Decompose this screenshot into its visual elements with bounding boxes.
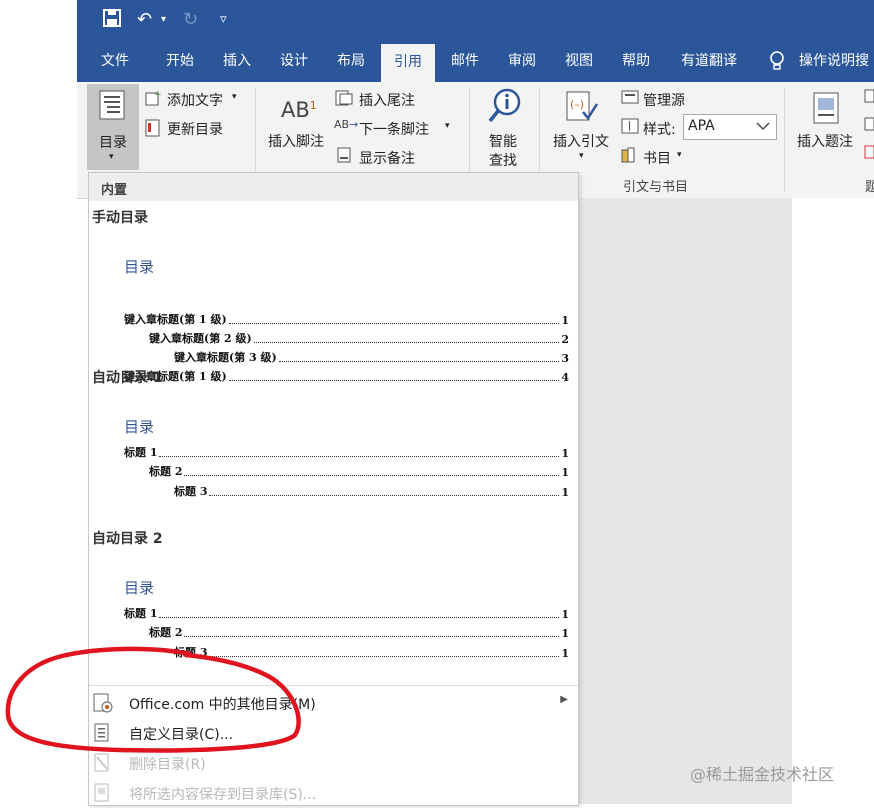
tab-layout[interactable]: 布局 <box>323 42 379 82</box>
tab-mailings[interactable]: 邮件 <box>437 42 493 82</box>
toc-preview-heading: 目录 <box>124 418 155 436</box>
undo-dropdown-icon[interactable]: ▾ <box>161 9 166 31</box>
toc-preview-row: 标题 11 <box>124 607 569 621</box>
svg-text:+: + <box>154 90 161 100</box>
style-label: 样式: <box>643 122 676 138</box>
smart-lookup-label-2[interactable]: 查找 <box>489 150 517 170</box>
insert-footnote-button[interactable]: 插入脚注 <box>268 131 324 151</box>
watermark-text: @稀土掘金技术社区 <box>690 765 835 784</box>
auto-toc-1-option[interactable]: 自动目录 1 目录 标题 11 标题 21 标题 31 <box>89 363 578 523</box>
gallery-header: 内置 <box>89 173 578 201</box>
tab-design[interactable]: 设计 <box>265 42 323 82</box>
toc-preview-heading: 目录 <box>124 579 155 597</box>
smart-lookup-label-1[interactable]: 智能 <box>489 131 517 151</box>
toc-button-label: 目录 <box>99 135 127 151</box>
toc-preview-row: 键入章标题(第 1 级) 1 <box>124 313 569 327</box>
insert-citation-dropdown-icon[interactable]: ▾ <box>579 151 584 161</box>
tab-help[interactable]: 帮助 <box>607 42 665 82</box>
tab-view[interactable]: 视图 <box>551 42 607 82</box>
redo-icon[interactable]: ↻ <box>183 9 198 31</box>
show-notes-icon <box>337 147 351 167</box>
insert-endnote-button[interactable]: 插入尾注 <box>359 90 415 110</box>
insert-caption-icon <box>813 92 839 128</box>
next-footnote-button[interactable]: 下一条脚注 <box>359 119 429 139</box>
tab-references[interactable]: 引用 <box>381 44 435 82</box>
toc-button[interactable]: 目录 ▾ <box>87 84 139 170</box>
auto-toc-1-title: 自动目录 1 <box>92 370 163 386</box>
save-to-gallery-label: 将所选内容保存到目录库(S)... <box>129 787 317 803</box>
cross-reference-icon[interactable] <box>864 88 874 172</box>
tab-youdao-translate[interactable]: 有道翻译 <box>669 42 749 82</box>
undo-icon[interactable]: ↶ <box>137 9 152 31</box>
citation-style-value: APA <box>688 118 715 134</box>
manual-toc-option[interactable]: 手动目录 目录 键入章标题(第 1 级) 1 键入章标题(第 2 级) 2 键入章标… <box>89 201 578 384</box>
save-to-gallery-icon <box>93 783 111 807</box>
show-notes-button[interactable]: 显示备注 <box>359 148 415 168</box>
toc-preview-row: 标题 11 <box>124 446 569 460</box>
endnote-icon <box>335 90 353 110</box>
smart-lookup-icon <box>487 88 521 130</box>
group-divider <box>784 88 785 192</box>
style-icon <box>621 118 639 138</box>
update-toc-icon <box>145 119 161 141</box>
customize-toolbar-icon[interactable]: ▿ <box>220 9 227 31</box>
save-icon[interactable] <box>103 9 121 33</box>
add-text-button[interactable]: 添加文字 <box>167 90 223 110</box>
lightbulb-icon[interactable] <box>765 42 789 82</box>
document-page[interactable] <box>792 198 874 804</box>
toc-icon <box>99 90 125 124</box>
toc-preview-row: 标题 31 <box>174 485 569 499</box>
title-bar: ↶ ▾ ↻ ▿ <box>77 0 874 42</box>
next-footnote-icon: AB→ <box>334 118 359 131</box>
chevron-down-icon: ▾ <box>109 152 114 162</box>
toc-preview-heading: 目录 <box>124 258 155 276</box>
ribbon-tabs: 文件 开始 插入 设计 布局 引用 邮件 审阅 视图 帮助 有道翻译 操作说明搜 <box>77 42 874 82</box>
bibliography-dropdown-icon[interactable]: ▾ <box>677 150 682 160</box>
next-footnote-dropdown-icon[interactable]: ▾ <box>445 121 450 131</box>
toc-preview-row: 标题 21 <box>149 465 569 479</box>
tab-review[interactable]: 审阅 <box>493 42 551 82</box>
captions-group-label: 题 <box>865 180 874 195</box>
toc-preview-row: 键入章标题(第 2 级) 2 <box>149 332 569 346</box>
tab-home[interactable]: 开始 <box>151 42 209 82</box>
chevron-down-icon <box>754 117 772 139</box>
auto-toc-2-title: 自动目录 2 <box>92 531 163 547</box>
tab-file[interactable]: 文件 <box>87 42 143 82</box>
manage-sources-button[interactable]: 管理源 <box>643 90 685 110</box>
tell-me-search[interactable]: 操作说明搜 <box>799 42 874 82</box>
insert-citation-button[interactable]: 插入引文 <box>553 131 609 151</box>
bibliography-icon <box>621 147 639 167</box>
add-text-dropdown-icon[interactable]: ▾ <box>232 92 237 102</box>
insert-caption-button[interactable]: 插入题注 <box>797 131 853 151</box>
manage-sources-icon <box>621 89 639 109</box>
citations-group-label: 引文与书目 <box>623 180 689 195</box>
update-toc-button[interactable]: 更新目录 <box>167 119 223 139</box>
svg-text:(–): (–) <box>570 98 584 111</box>
submenu-arrow-icon: ▶ <box>560 694 568 705</box>
red-annotation-circle <box>5 646 301 753</box>
citation-style-select[interactable]: APA <box>683 114 777 140</box>
gallery-header-label: 内置 <box>101 183 128 198</box>
toc-preview-row: 标题 21 <box>149 626 569 640</box>
manual-toc-title: 手动目录 <box>92 210 148 226</box>
tab-insert[interactable]: 插入 <box>209 42 265 82</box>
footnote-ab-icon: AB1 <box>281 98 317 122</box>
insert-citation-icon: (–) <box>565 90 599 128</box>
bibliography-button[interactable]: 书目 <box>643 148 671 168</box>
add-text-icon: + <box>145 90 162 110</box>
